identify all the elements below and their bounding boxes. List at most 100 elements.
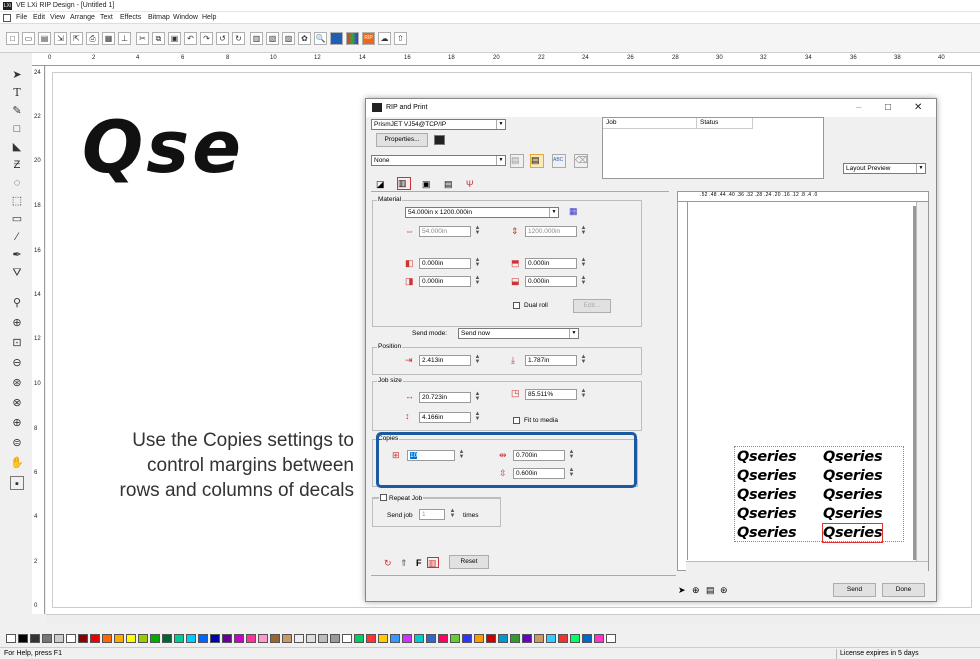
swatch[interactable] [174, 634, 184, 643]
swatch-black[interactable] [18, 634, 28, 643]
swatch[interactable] [474, 634, 484, 643]
menu-edit[interactable]: Edit [33, 14, 45, 21]
spinner-icon[interactable]: ▲ ▼ [579, 388, 588, 400]
menu-arrange[interactable]: Arrange [70, 14, 95, 21]
pointer-icon[interactable]: ➤ [678, 585, 686, 595]
ungroup-icon[interactable]: ▧ [266, 32, 279, 45]
new-icon[interactable]: □ [6, 32, 19, 45]
zoom-out-icon[interactable]: ⚲ [10, 296, 24, 310]
swatch[interactable] [258, 634, 268, 643]
swatch[interactable] [378, 634, 388, 643]
zoom-selection-icon[interactable]: ⊛ [10, 376, 24, 390]
horizontal-scrollbar[interactable] [46, 614, 980, 624]
spinner-icon[interactable]: ▲ ▼ [473, 225, 482, 237]
decal-array[interactable]: Qseries Qseries Qseries Qseries Qseries Qseri… [734, 446, 904, 543]
shape-tool-icon[interactable]: ◣ [10, 140, 24, 154]
rectangle-tool-icon[interactable]: □ [10, 122, 24, 136]
media-length-field[interactable]: 1200.000in [525, 226, 577, 237]
cloud-icon[interactable]: ☁ [378, 32, 391, 45]
document-menu-icon[interactable] [3, 14, 11, 22]
rename-preset-icon[interactable]: ABC [552, 154, 566, 168]
swatch[interactable] [126, 634, 136, 643]
options-tab-icon[interactable]: ▤ [444, 179, 453, 189]
swatch[interactable] [414, 634, 424, 643]
tile-icon[interactable]: ▥ [427, 557, 439, 568]
menu-effects[interactable]: Effects [120, 14, 141, 21]
swatch[interactable] [102, 634, 112, 643]
undo-icon[interactable]: ↶ [184, 32, 197, 45]
scale-field[interactable]: 85.511% [525, 389, 577, 400]
redo-list-icon[interactable]: ↻ [232, 32, 245, 45]
align-icon[interactable]: ▨ [282, 32, 295, 45]
print-setup-icon[interactable]: ⊥ [118, 32, 131, 45]
swatch[interactable] [282, 634, 292, 643]
swatch[interactable] [342, 634, 352, 643]
send-job-count-field[interactable]: 1 [419, 509, 445, 520]
layout-preview-panel[interactable]: .52 .48 .44 .40 .36 .32 .28 .24 .20 .16 … [677, 191, 929, 571]
spinner-icon[interactable]: ▲ ▼ [579, 257, 588, 269]
minimize-icon[interactable]: – [856, 102, 862, 113]
swatch[interactable] [162, 634, 172, 643]
flip-icon[interactable]: F [416, 558, 422, 568]
job-queue-table[interactable]: Job Status [602, 117, 824, 179]
swatch[interactable] [402, 634, 412, 643]
margin-bottom-field[interactable]: 0.000in [525, 276, 577, 287]
margin-left-field[interactable]: 0.000in [419, 258, 471, 269]
spinner-icon[interactable]: ▲ ▼ [579, 354, 588, 366]
contour-icon[interactable]: ◌ [10, 176, 24, 190]
cut-tab-icon[interactable]: Ψ [466, 179, 474, 189]
zoom-width-icon[interactable]: ⊜ [10, 436, 24, 450]
rip-queue-icon[interactable]: RIP [362, 32, 375, 45]
delete-preset-icon[interactable]: ⌫ [574, 154, 588, 168]
swatch[interactable] [390, 634, 400, 643]
general-tab-icon[interactable]: ◪ [376, 179, 385, 189]
spinner-icon[interactable]: ▲ ▼ [473, 354, 482, 366]
swatch[interactable] [558, 634, 568, 643]
swatch[interactable] [138, 634, 148, 643]
printer-select[interactable]: PrismJET VJ54@TCP/IP ▼ [371, 119, 506, 130]
view-select[interactable]: Layout Preview ▼ [843, 163, 926, 174]
menu-help[interactable]: Help [202, 14, 216, 21]
layers-icon[interactable] [330, 32, 343, 45]
color-icon[interactable]: ✿ [298, 32, 311, 45]
swatch[interactable] [462, 634, 472, 643]
swatch[interactable] [366, 634, 376, 643]
swatch[interactable] [246, 634, 256, 643]
swatch[interactable] [486, 634, 496, 643]
print-icon[interactable]: ⎙ [86, 32, 99, 45]
measure-icon[interactable]: ▭ [10, 212, 24, 226]
swatch[interactable] [438, 634, 448, 643]
swatch[interactable] [150, 634, 160, 643]
share-icon[interactable]: ⇧ [394, 32, 407, 45]
swatch[interactable] [570, 634, 580, 643]
swatch[interactable] [510, 634, 520, 643]
job-column-header[interactable]: Job [603, 118, 697, 129]
copy-icon[interactable]: ⧉ [152, 32, 165, 45]
properties-button[interactable]: Properties... [376, 133, 428, 147]
swatch[interactable] [186, 634, 196, 643]
frame-tool-icon[interactable]: ⬚ [10, 194, 24, 208]
swatch[interactable] [210, 634, 220, 643]
swatch[interactable] [66, 634, 76, 643]
preview-hscrollbar[interactable] [686, 561, 928, 571]
close-icon[interactable]: ✕ [914, 102, 922, 113]
media-size-select[interactable]: 54.000in x 1200.000in ▼ [405, 207, 559, 218]
swatch[interactable] [114, 634, 124, 643]
pen-icon[interactable]: ✒ [10, 248, 24, 262]
job-height-field[interactable]: 4.166in [419, 412, 471, 423]
cut-icon[interactable]: ✂ [136, 32, 149, 45]
swatch-none[interactable] [6, 634, 16, 643]
zoom-all-icon[interactable]: ⊕ [10, 416, 24, 430]
swatch[interactable] [90, 634, 100, 643]
spinner-icon[interactable]: ▲ ▼ [473, 257, 482, 269]
margin-right-field[interactable]: 0.000in [419, 276, 471, 287]
palette-scroll-icon[interactable] [606, 634, 616, 643]
open-icon[interactable]: ▭ [22, 32, 35, 45]
color-tab-icon[interactable]: ▣ [422, 179, 431, 189]
fit-to-media-checkbox[interactable] [513, 417, 520, 424]
swatch[interactable] [318, 634, 328, 643]
redo-icon[interactable]: ↷ [200, 32, 213, 45]
maximize-icon[interactable]: □ [885, 102, 891, 113]
margin-top-field[interactable]: 0.000in [525, 258, 577, 269]
envelope-icon[interactable]: Ƶ [10, 158, 24, 172]
